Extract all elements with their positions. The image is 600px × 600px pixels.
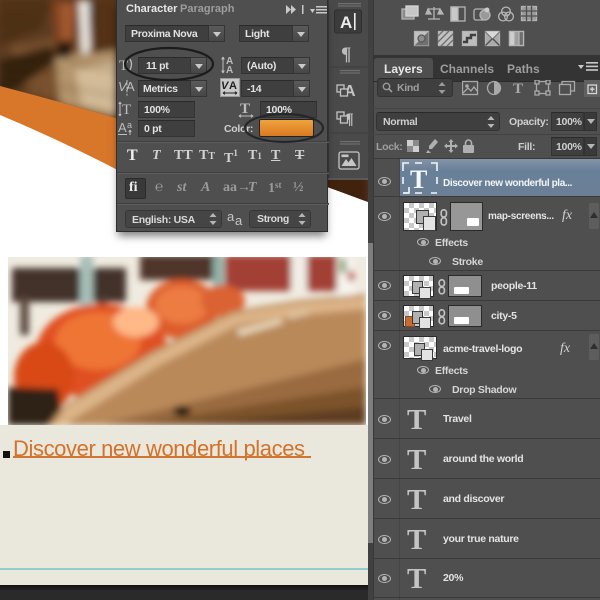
svg-text:A: A (118, 120, 127, 135)
svg-text:a: a (227, 210, 235, 224)
svg-text:A: A (229, 80, 237, 92)
svg-text:a: a (127, 120, 132, 130)
svg-text:¶: ¶ (341, 44, 351, 65)
svg-text:A: A (226, 65, 233, 75)
svg-text:T: T (513, 81, 523, 97)
svg-text:T: T (122, 102, 131, 118)
svg-text:a: a (235, 213, 243, 228)
svg-text:A: A (340, 13, 352, 32)
